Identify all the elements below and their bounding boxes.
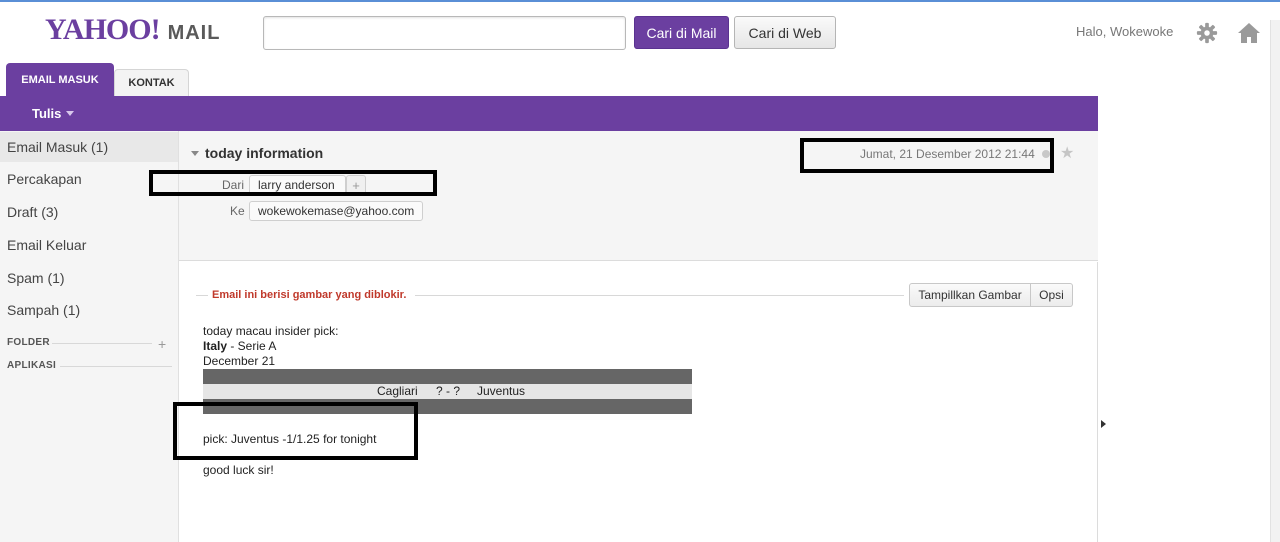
options-button[interactable]: Opsi xyxy=(1031,283,1073,307)
match-score: ? - ? xyxy=(436,384,461,398)
compose-label: Tulis xyxy=(32,106,62,121)
window-top-border xyxy=(0,0,1280,2)
sidebar-item-sent[interactable]: Email Keluar xyxy=(0,230,178,260)
match-home: Cagliari xyxy=(377,384,418,398)
annotation-box-sender xyxy=(149,170,437,196)
add-folder-icon[interactable]: + xyxy=(158,336,166,352)
user-greeting[interactable]: Halo, Wokewoke xyxy=(1076,24,1173,39)
divider xyxy=(415,295,904,296)
blocked-images-notice: Email ini berisi gambar yang diblokir. xyxy=(212,289,407,301)
star-icon[interactable]: ★ xyxy=(1060,143,1074,163)
annotation-box-pick xyxy=(173,402,418,460)
compose-button[interactable]: Tulis xyxy=(32,106,75,121)
message-subject: today information xyxy=(205,145,324,161)
logo-yahoo-text: YAHOO! xyxy=(45,13,161,46)
expand-panel-icon[interactable] xyxy=(1101,420,1106,428)
annotation-box-date xyxy=(800,138,1054,173)
sidebar-item-drafts[interactable]: Draft (3) xyxy=(0,197,178,227)
league-country: Italy xyxy=(203,339,228,353)
toolbar xyxy=(0,96,1098,131)
to-label: Ke xyxy=(230,204,245,218)
match-row: Cagliari ? - ? Juventus xyxy=(203,384,692,399)
match-away: Juventus xyxy=(477,384,526,398)
chevron-down-icon xyxy=(66,111,75,116)
sidebar-section-folder[interactable]: FOLDER xyxy=(7,337,50,348)
match-table-header xyxy=(203,369,692,384)
search-input[interactable] xyxy=(263,16,626,50)
search-web-button[interactable]: Cari di Web xyxy=(734,16,836,49)
yahoo-mail-window: YAHOO! MAIL Cari di Mail Cari di Web Hal… xyxy=(0,0,1280,542)
sidebar-divider xyxy=(52,343,152,344)
recipient-chip[interactable]: wokewokemase@yahoo.com xyxy=(249,201,424,221)
sidebar-divider xyxy=(60,366,172,367)
sidebar-section-apps[interactable]: APLIKASI xyxy=(7,360,56,371)
sidebar-item-trash[interactable]: Sampah (1) xyxy=(0,295,178,325)
logo-mail-text: MAIL xyxy=(167,22,221,44)
sidebar-item-spam[interactable]: Spam (1) xyxy=(0,263,178,293)
home-icon[interactable] xyxy=(1237,22,1261,44)
sidebar-item-inbox[interactable]: Email Masuk (1) xyxy=(0,132,178,162)
league-name: - Serie A xyxy=(227,339,277,353)
yahoo-mail-logo[interactable]: YAHOO! MAIL xyxy=(45,13,220,47)
tab-kontak[interactable]: KONTAK xyxy=(114,69,189,96)
tab-email-masuk[interactable]: EMAIL MASUK xyxy=(6,63,114,96)
body-line-league: Italy - Serie A xyxy=(203,339,276,353)
search-mail-button[interactable]: Cari di Mail xyxy=(634,16,729,49)
body-line-intro: today macau insider pick: xyxy=(203,324,339,338)
divider xyxy=(196,295,208,296)
page-scrollbar[interactable] xyxy=(1270,20,1280,542)
body-line-closing: good luck sir! xyxy=(203,463,274,477)
gear-icon[interactable] xyxy=(1196,22,1218,44)
show-images-button[interactable]: Tampillkan Gambar xyxy=(909,283,1031,307)
body-line-date: December 21 xyxy=(203,354,276,368)
collapse-caret-icon[interactable] xyxy=(191,151,199,156)
